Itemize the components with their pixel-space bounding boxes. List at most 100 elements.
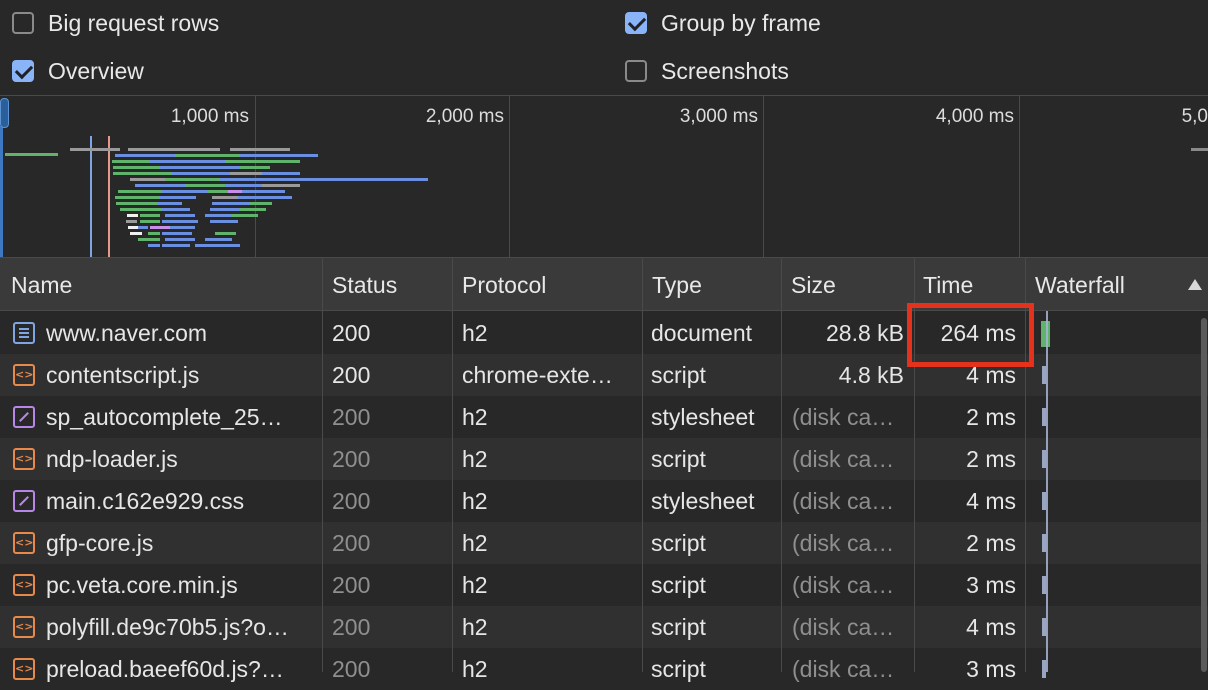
- overview-tick-label: 5,0: [1181, 106, 1208, 127]
- column-divider[interactable]: [781, 257, 782, 672]
- overview-checkbox[interactable]: [12, 60, 34, 82]
- column-header-type[interactable]: Type: [652, 258, 702, 310]
- request-name[interactable]: ndp-loader.js: [46, 438, 316, 480]
- script-icon: [13, 574, 35, 596]
- group-by-frame-checkbox[interactable]: [625, 12, 647, 34]
- request-name[interactable]: polyfill.de9c70b5.js?o…: [46, 606, 316, 648]
- overview-bar: [126, 220, 137, 223]
- network-overview[interactable]: 1,000 ms 2,000 ms 3,000 ms 4,000 ms 5,0: [0, 95, 1208, 257]
- stylesheet-icon: [13, 490, 35, 512]
- request-time: 3 ms: [966, 572, 1016, 598]
- overview-tick-label: 1,000 ms: [170, 106, 249, 127]
- waterfall-load-line: [1046, 311, 1048, 672]
- request-type: script: [651, 656, 706, 682]
- request-type: stylesheet: [651, 488, 755, 514]
- overview-bar: [130, 178, 165, 181]
- big-request-rows-option[interactable]: Big request rows: [12, 8, 219, 38]
- overview-tick-label: 3,000 ms: [679, 106, 758, 127]
- screenshots-checkbox[interactable]: [625, 60, 647, 82]
- overview-bar: [210, 208, 240, 211]
- overview-bar: [240, 208, 266, 211]
- request-name[interactable]: gfp-core.js: [46, 522, 316, 564]
- overview-bar: [113, 166, 160, 169]
- request-name[interactable]: main.c162e929.css: [46, 480, 316, 522]
- overview-bar: [162, 208, 190, 211]
- table-row[interactable]: preload.baeef60d.js?… 200 h2 script (disk ca…: [0, 648, 1208, 690]
- request-size: (disk ca…: [792, 572, 895, 598]
- load-event-marker: [108, 136, 110, 257]
- overview-bar: [172, 172, 230, 175]
- request-status: 200: [332, 488, 371, 514]
- overview-gridline: [1019, 96, 1020, 257]
- overview-bar: [162, 190, 208, 193]
- vertical-scrollbar[interactable]: [1201, 318, 1207, 672]
- column-header-status[interactable]: Status: [332, 258, 397, 310]
- group-by-frame-option[interactable]: Group by frame: [625, 8, 821, 38]
- overview-bar: [195, 244, 240, 247]
- request-size: (disk ca…: [792, 404, 895, 430]
- overview-bar: [165, 238, 195, 241]
- column-divider[interactable]: [322, 257, 323, 672]
- request-name[interactable]: preload.baeef60d.js?…: [46, 648, 316, 690]
- request-size: (disk ca…: [792, 656, 895, 682]
- request-time: 4 ms: [966, 488, 1016, 514]
- request-name[interactable]: contentscript.js: [46, 354, 316, 396]
- column-divider[interactable]: [642, 257, 643, 672]
- overview-bar: [262, 184, 300, 187]
- request-type: script: [651, 362, 706, 388]
- sort-ascending-icon[interactable]: [1188, 279, 1202, 290]
- table-row[interactable]: sp_autocomplete_25… 200 h2 stylesheet (disk …: [0, 396, 1208, 438]
- overview-bar: [138, 226, 148, 229]
- request-size: (disk ca…: [792, 446, 895, 472]
- overview-bar: [230, 148, 290, 151]
- table-row[interactable]: ndp-loader.js 200 h2 script (disk ca… 2 ms: [0, 438, 1208, 480]
- table-row[interactable]: main.c162e929.css 200 h2 stylesheet (disk ca…: [0, 480, 1208, 522]
- column-divider[interactable]: [452, 257, 453, 672]
- overview-bar: [162, 220, 198, 223]
- group-by-frame-label: Group by frame: [661, 9, 821, 36]
- document-icon: [13, 322, 35, 344]
- overview-range-handle[interactable]: [0, 98, 9, 128]
- request-status: 200: [332, 614, 371, 640]
- overview-bar: [225, 184, 262, 187]
- table-row[interactable]: pc.veta.core.min.js 200 h2 script (disk ca… 3…: [0, 564, 1208, 606]
- big-request-rows-checkbox[interactable]: [12, 12, 34, 34]
- column-header-protocol[interactable]: Protocol: [462, 258, 546, 310]
- overview-bar: [248, 178, 428, 181]
- overview-bar: [138, 238, 160, 241]
- request-name[interactable]: pc.veta.core.min.js: [46, 564, 316, 606]
- overview-bar: [128, 148, 220, 151]
- overview-option[interactable]: Overview: [12, 56, 144, 86]
- request-name[interactable]: sp_autocomplete_25…: [46, 396, 316, 438]
- request-protocol: h2: [462, 530, 488, 556]
- request-protocol: h2: [462, 656, 488, 682]
- overview-bar: [208, 190, 228, 193]
- overview-bar: [127, 214, 138, 217]
- overview-bar: [140, 220, 160, 223]
- column-header-name[interactable]: Name: [11, 258, 72, 310]
- overview-bar: [115, 196, 160, 199]
- request-size: (disk ca…: [792, 530, 895, 556]
- request-status: 200: [332, 446, 371, 472]
- screenshots-option[interactable]: Screenshots: [625, 56, 789, 86]
- overview-bar: [240, 166, 270, 169]
- column-header-size[interactable]: Size: [791, 258, 836, 310]
- overview-bar: [212, 196, 238, 199]
- overview-bar: [1191, 148, 1208, 151]
- big-request-rows-label: Big request rows: [48, 9, 220, 36]
- table-row[interactable]: polyfill.de9c70b5.js?o… 200 h2 script (disk …: [0, 606, 1208, 648]
- column-header-waterfall[interactable]: Waterfall: [1035, 258, 1125, 310]
- request-name[interactable]: www.naver.com: [46, 312, 316, 354]
- script-icon: [13, 532, 35, 554]
- overview-bar: [210, 220, 238, 223]
- request-size: (disk ca…: [792, 488, 895, 514]
- overview-bar: [116, 202, 158, 205]
- script-icon: [13, 658, 35, 680]
- overview-gridline: [509, 96, 510, 257]
- overview-bar: [128, 226, 138, 229]
- table-row[interactable]: gfp-core.js 200 h2 script (disk ca… 2 ms: [0, 522, 1208, 564]
- script-icon: [13, 616, 35, 638]
- request-protocol: chrome-exte…: [462, 362, 613, 388]
- overview-gridline: [255, 96, 256, 257]
- overview-bar: [135, 184, 185, 187]
